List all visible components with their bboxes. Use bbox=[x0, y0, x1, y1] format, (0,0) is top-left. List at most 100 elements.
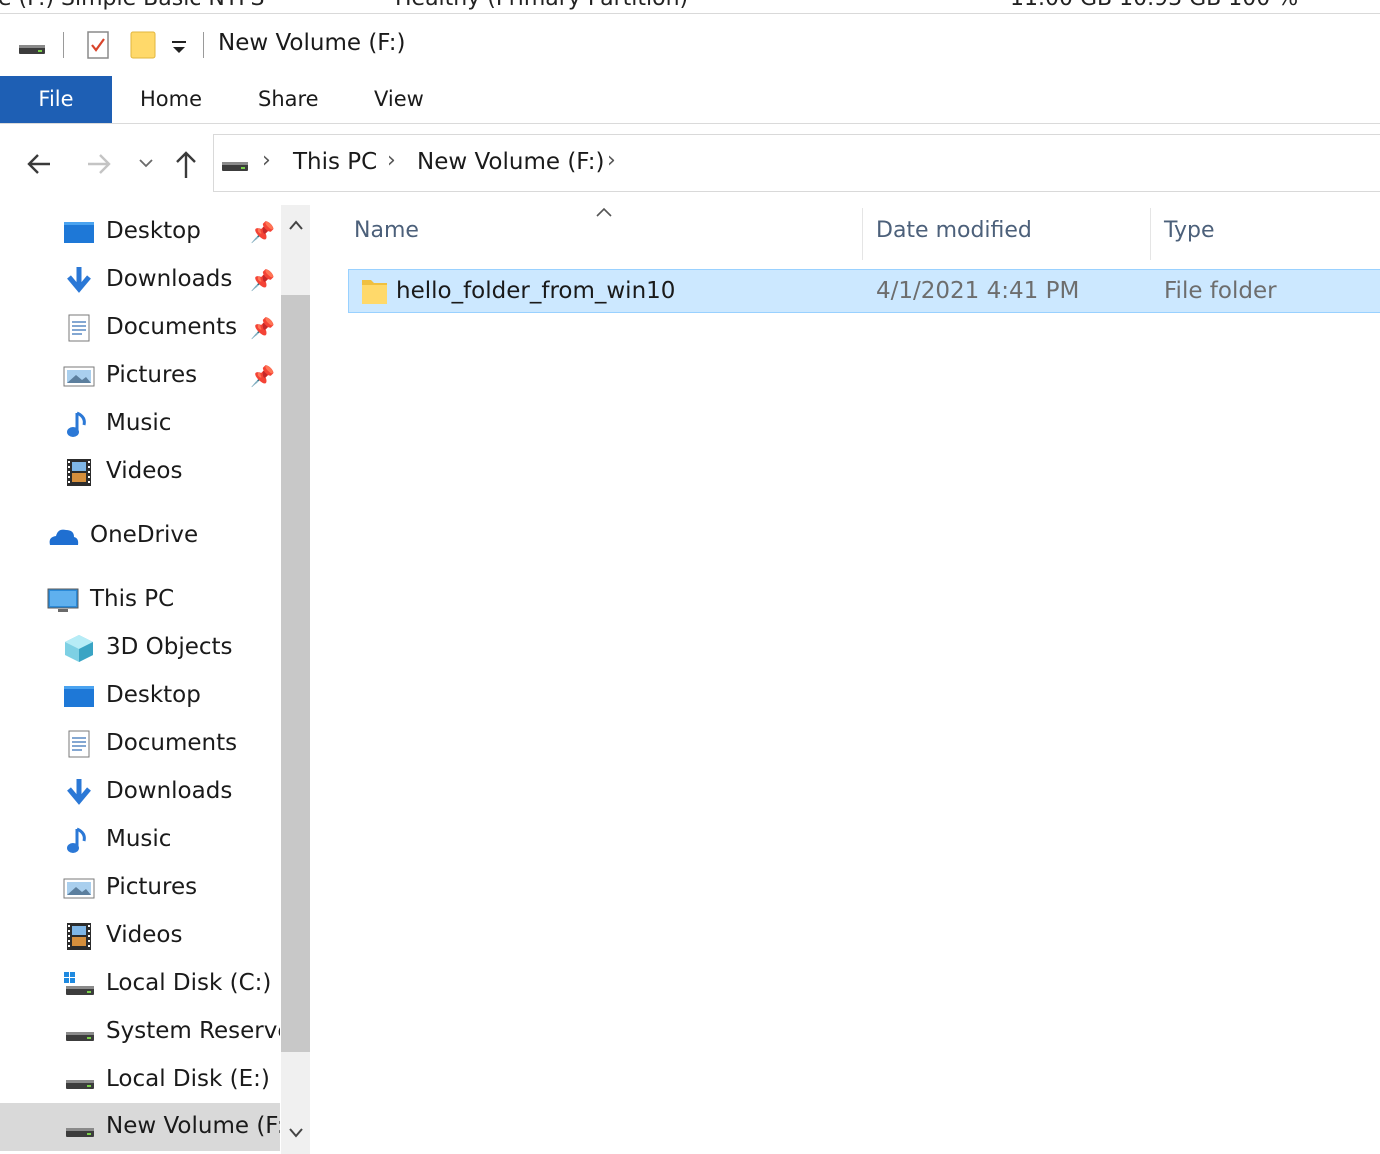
nav-item-documents-pc[interactable]: Documents bbox=[0, 721, 280, 767]
tab-share[interactable]: Share bbox=[258, 76, 319, 123]
recent-locations-chevron-icon[interactable] bbox=[138, 157, 154, 169]
nav-item-label: System Reserved bbox=[106, 1018, 280, 1044]
this-pc-icon bbox=[47, 588, 79, 612]
background-window-strip: e (F:) Simple Basic NTFS Healthy (Primar… bbox=[0, 0, 1380, 14]
nav-item-local-disk-e[interactable]: Local Disk (E:) bbox=[0, 1057, 280, 1103]
new-folder-icon[interactable] bbox=[129, 30, 157, 60]
downloads-icon bbox=[67, 267, 91, 293]
nav-item-label: Local Disk (C:) bbox=[106, 970, 272, 996]
sort-ascending-icon bbox=[596, 207, 612, 217]
nav-item-new-volume-f[interactable]: New Volume (F:) bbox=[0, 1103, 280, 1151]
nav-item-music[interactable]: Music bbox=[0, 401, 280, 447]
window-title: New Volume (F:) bbox=[218, 30, 406, 56]
nav-scrollbar-thumb[interactable] bbox=[281, 295, 310, 1052]
strip-text-2: Healthy (Primary Partition) bbox=[395, 0, 688, 11]
breadcrumb-chevron-icon[interactable]: › bbox=[607, 148, 616, 173]
nav-item-label: This PC bbox=[90, 586, 175, 612]
music-icon bbox=[67, 827, 86, 853]
nav-item-label: Downloads bbox=[106, 266, 233, 292]
nav-item-label: Documents bbox=[106, 730, 238, 756]
strip-text-3: 11.00 GB 10.93 GB 100 % bbox=[1010, 0, 1298, 11]
nav-item-label: Pictures bbox=[106, 362, 198, 388]
up-arrow-icon[interactable] bbox=[172, 148, 200, 180]
back-arrow-icon[interactable] bbox=[24, 150, 54, 178]
column-header-type[interactable]: Type bbox=[1164, 218, 1215, 243]
drive-icon bbox=[222, 162, 248, 171]
nav-item-label: 3D Objects bbox=[106, 634, 233, 660]
column-header-name[interactable]: Name bbox=[354, 218, 419, 243]
nav-item-label: Videos bbox=[106, 922, 183, 948]
nav-item-downloads-pc[interactable]: Downloads bbox=[0, 769, 280, 815]
drive-icon bbox=[66, 1080, 94, 1089]
nav-item-videos[interactable]: Videos bbox=[0, 449, 280, 495]
strip-text-1: e (F:) Simple Basic NTFS bbox=[0, 0, 265, 11]
downloads-icon bbox=[67, 779, 91, 805]
3d-objects-icon bbox=[65, 635, 93, 662]
nav-item-label: Music bbox=[106, 826, 172, 852]
file-date-modified: 4/1/2021 4:41 PM bbox=[876, 278, 1080, 304]
nav-item-music-pc[interactable]: Music bbox=[0, 817, 280, 863]
nav-item-documents[interactable]: Documents 📌 bbox=[0, 305, 280, 351]
file-row[interactable]: hello_folder_from_win10 4/1/2021 4:41 PM… bbox=[348, 269, 1380, 313]
scroll-up-icon[interactable] bbox=[287, 218, 305, 232]
properties-icon[interactable] bbox=[86, 30, 110, 60]
pin-icon[interactable]: 📌 bbox=[250, 268, 275, 292]
file-type: File folder bbox=[1164, 278, 1277, 304]
nav-item-label: Downloads bbox=[106, 778, 233, 804]
music-icon bbox=[67, 411, 86, 437]
drive-icon bbox=[66, 1128, 94, 1137]
nav-item-pictures[interactable]: Pictures 📌 bbox=[0, 353, 280, 399]
qat-divider bbox=[63, 32, 64, 58]
folder-icon bbox=[362, 280, 387, 304]
pin-icon[interactable]: 📌 bbox=[250, 316, 275, 340]
desktop-icon bbox=[64, 222, 94, 243]
column-divider[interactable] bbox=[1150, 208, 1151, 260]
scroll-down-icon[interactable] bbox=[287, 1126, 305, 1140]
documents-icon bbox=[68, 730, 90, 758]
file-name: hello_folder_from_win10 bbox=[396, 278, 676, 304]
pictures-icon bbox=[63, 878, 95, 899]
nav-item-local-disk-c[interactable]: Local Disk (C:) bbox=[0, 961, 280, 1007]
nav-item-label: OneDrive bbox=[90, 522, 199, 548]
breadcrumb-this-pc[interactable]: This PC bbox=[293, 149, 377, 175]
nav-item-label: Desktop bbox=[106, 218, 201, 244]
breadcrumb-chevron-icon[interactable]: › bbox=[262, 148, 271, 173]
onedrive-icon bbox=[49, 529, 79, 545]
breadcrumb-new-volume[interactable]: New Volume (F:) bbox=[417, 149, 604, 175]
nav-item-3d-objects[interactable]: 3D Objects bbox=[0, 625, 280, 671]
forward-arrow-icon[interactable] bbox=[84, 150, 114, 178]
navigation-pane: Desktop 📌 Downloads 📌 Documents 📌 Pictur… bbox=[0, 205, 280, 1154]
videos-icon bbox=[67, 923, 91, 950]
documents-icon bbox=[68, 314, 90, 342]
nav-item-pictures-pc[interactable]: Pictures bbox=[0, 865, 280, 911]
system-drive-icon bbox=[64, 972, 94, 995]
column-divider[interactable] bbox=[862, 208, 863, 260]
tab-view[interactable]: View bbox=[374, 76, 424, 123]
pictures-icon bbox=[63, 366, 95, 387]
nav-item-label: Videos bbox=[106, 458, 183, 484]
breadcrumb-chevron-icon[interactable]: › bbox=[387, 148, 396, 173]
videos-icon bbox=[67, 459, 91, 486]
nav-item-desktop[interactable]: Desktop 📌 bbox=[0, 209, 280, 255]
pin-icon[interactable]: 📌 bbox=[250, 220, 275, 244]
desktop-icon bbox=[64, 686, 94, 707]
nav-item-videos-pc[interactable]: Videos bbox=[0, 913, 280, 959]
drive-icon bbox=[66, 1032, 94, 1041]
nav-item-this-pc[interactable]: This PC bbox=[0, 577, 280, 623]
tab-file[interactable]: File bbox=[0, 76, 112, 123]
customize-qat-icon[interactable] bbox=[170, 39, 188, 55]
pin-icon[interactable]: 📌 bbox=[250, 364, 275, 388]
nav-item-onedrive[interactable]: OneDrive bbox=[0, 513, 280, 559]
nav-item-label: Local Disk (E:) bbox=[106, 1066, 270, 1092]
nav-item-label: Desktop bbox=[106, 682, 201, 708]
address-bar[interactable]: › This PC › New Volume (F:) › bbox=[213, 134, 1380, 192]
qat-divider bbox=[203, 32, 204, 58]
nav-item-label: Pictures bbox=[106, 874, 198, 900]
column-header-date-modified[interactable]: Date modified bbox=[876, 218, 1032, 243]
drive-icon[interactable] bbox=[18, 42, 46, 56]
nav-item-label: New Volume (F:) bbox=[106, 1113, 280, 1139]
nav-item-downloads[interactable]: Downloads 📌 bbox=[0, 257, 280, 303]
nav-item-desktop-pc[interactable]: Desktop bbox=[0, 673, 280, 719]
nav-item-system-reserved[interactable]: System Reserved bbox=[0, 1009, 280, 1055]
tab-home[interactable]: Home bbox=[140, 76, 202, 123]
